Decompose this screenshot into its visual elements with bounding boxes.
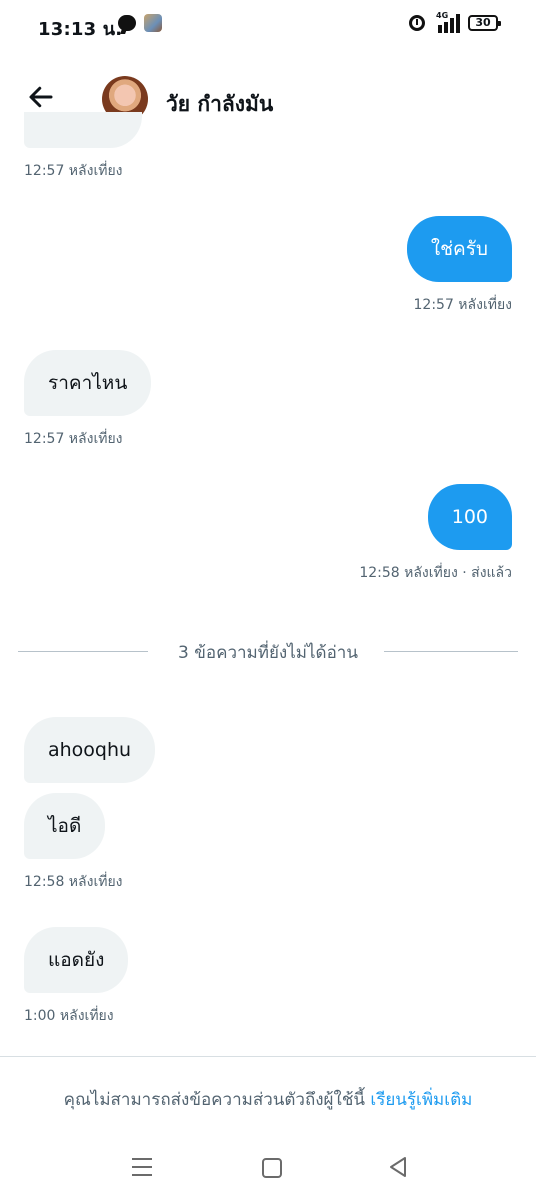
dm-conversation-screen: 13:13 น. 4G 30 วัย กำลังมัน 12:57 หลังเท… xyxy=(0,0,536,1200)
incoming-message-bubble[interactable]: ไอดี xyxy=(24,793,106,859)
network-type-label: 4G xyxy=(436,11,449,20)
unread-messages-divider: 3 ข้อความที่ยังไม่ได้อ่าน xyxy=(18,639,518,663)
notice-text: คุณไม่สามารถส่งข้อความส่วนตัวถึงผู้ใช้นี… xyxy=(63,1090,371,1110)
line-app-icon xyxy=(118,15,136,31)
unread-count-label: 3 ข้อความที่ยังไม่ได้อ่าน xyxy=(166,643,370,663)
recent-apps-icon[interactable] xyxy=(132,1158,152,1176)
footer-divider xyxy=(0,1056,536,1057)
incoming-message-bubble[interactable]: ราคาไหน xyxy=(24,350,152,416)
incoming-message-bubble[interactable]: แอดยัง xyxy=(24,927,129,993)
outgoing-message-bubble[interactable]: ใช่ครับ xyxy=(406,216,512,282)
message-timestamp: 12:58 หลังเที่ยง xyxy=(24,874,123,890)
message-status-timestamp: 12:58 หลังเที่ยง · ส่งแล้ว xyxy=(359,565,512,581)
message-timestamp: 1:00 หลังเที่ยง xyxy=(24,1008,114,1024)
outgoing-message-bubble[interactable]: 100 xyxy=(427,484,512,550)
arrow-left-icon xyxy=(29,86,53,108)
signal-icon: 4G xyxy=(436,11,462,33)
learn-more-link[interactable]: เรียนรู้เพิ่มเติม xyxy=(370,1090,472,1110)
status-time: 13:13 น. xyxy=(38,19,123,40)
system-navigation-bar xyxy=(0,1140,536,1200)
alarm-icon xyxy=(409,15,425,31)
home-icon[interactable] xyxy=(262,1158,282,1178)
status-bar: 13:13 น. 4G 30 xyxy=(0,0,536,48)
dm-restricted-notice: คุณไม่สามารถส่งข้อความส่วนตัวถึงผู้ใช้นี… xyxy=(0,1086,536,1113)
battery-icon: 30 xyxy=(468,15,501,31)
partial-message-bubble xyxy=(24,112,142,148)
incoming-message-bubble[interactable]: ahooqhu xyxy=(24,717,156,783)
back-triangle-icon[interactable] xyxy=(388,1156,408,1178)
message-timestamp: 12:57 หลังเที่ยง xyxy=(24,163,123,179)
message-timestamp: 12:57 หลังเที่ยง xyxy=(24,431,123,447)
conversation-title[interactable]: วัย กำลังมัน xyxy=(166,88,273,121)
photo-notification-icon xyxy=(144,14,162,32)
message-list[interactable]: 12:57 หลังเที่ยง ใช่ครับ 12:57 หลังเที่ย… xyxy=(0,112,536,1056)
message-timestamp: 12:57 หลังเที่ยง xyxy=(413,297,513,313)
